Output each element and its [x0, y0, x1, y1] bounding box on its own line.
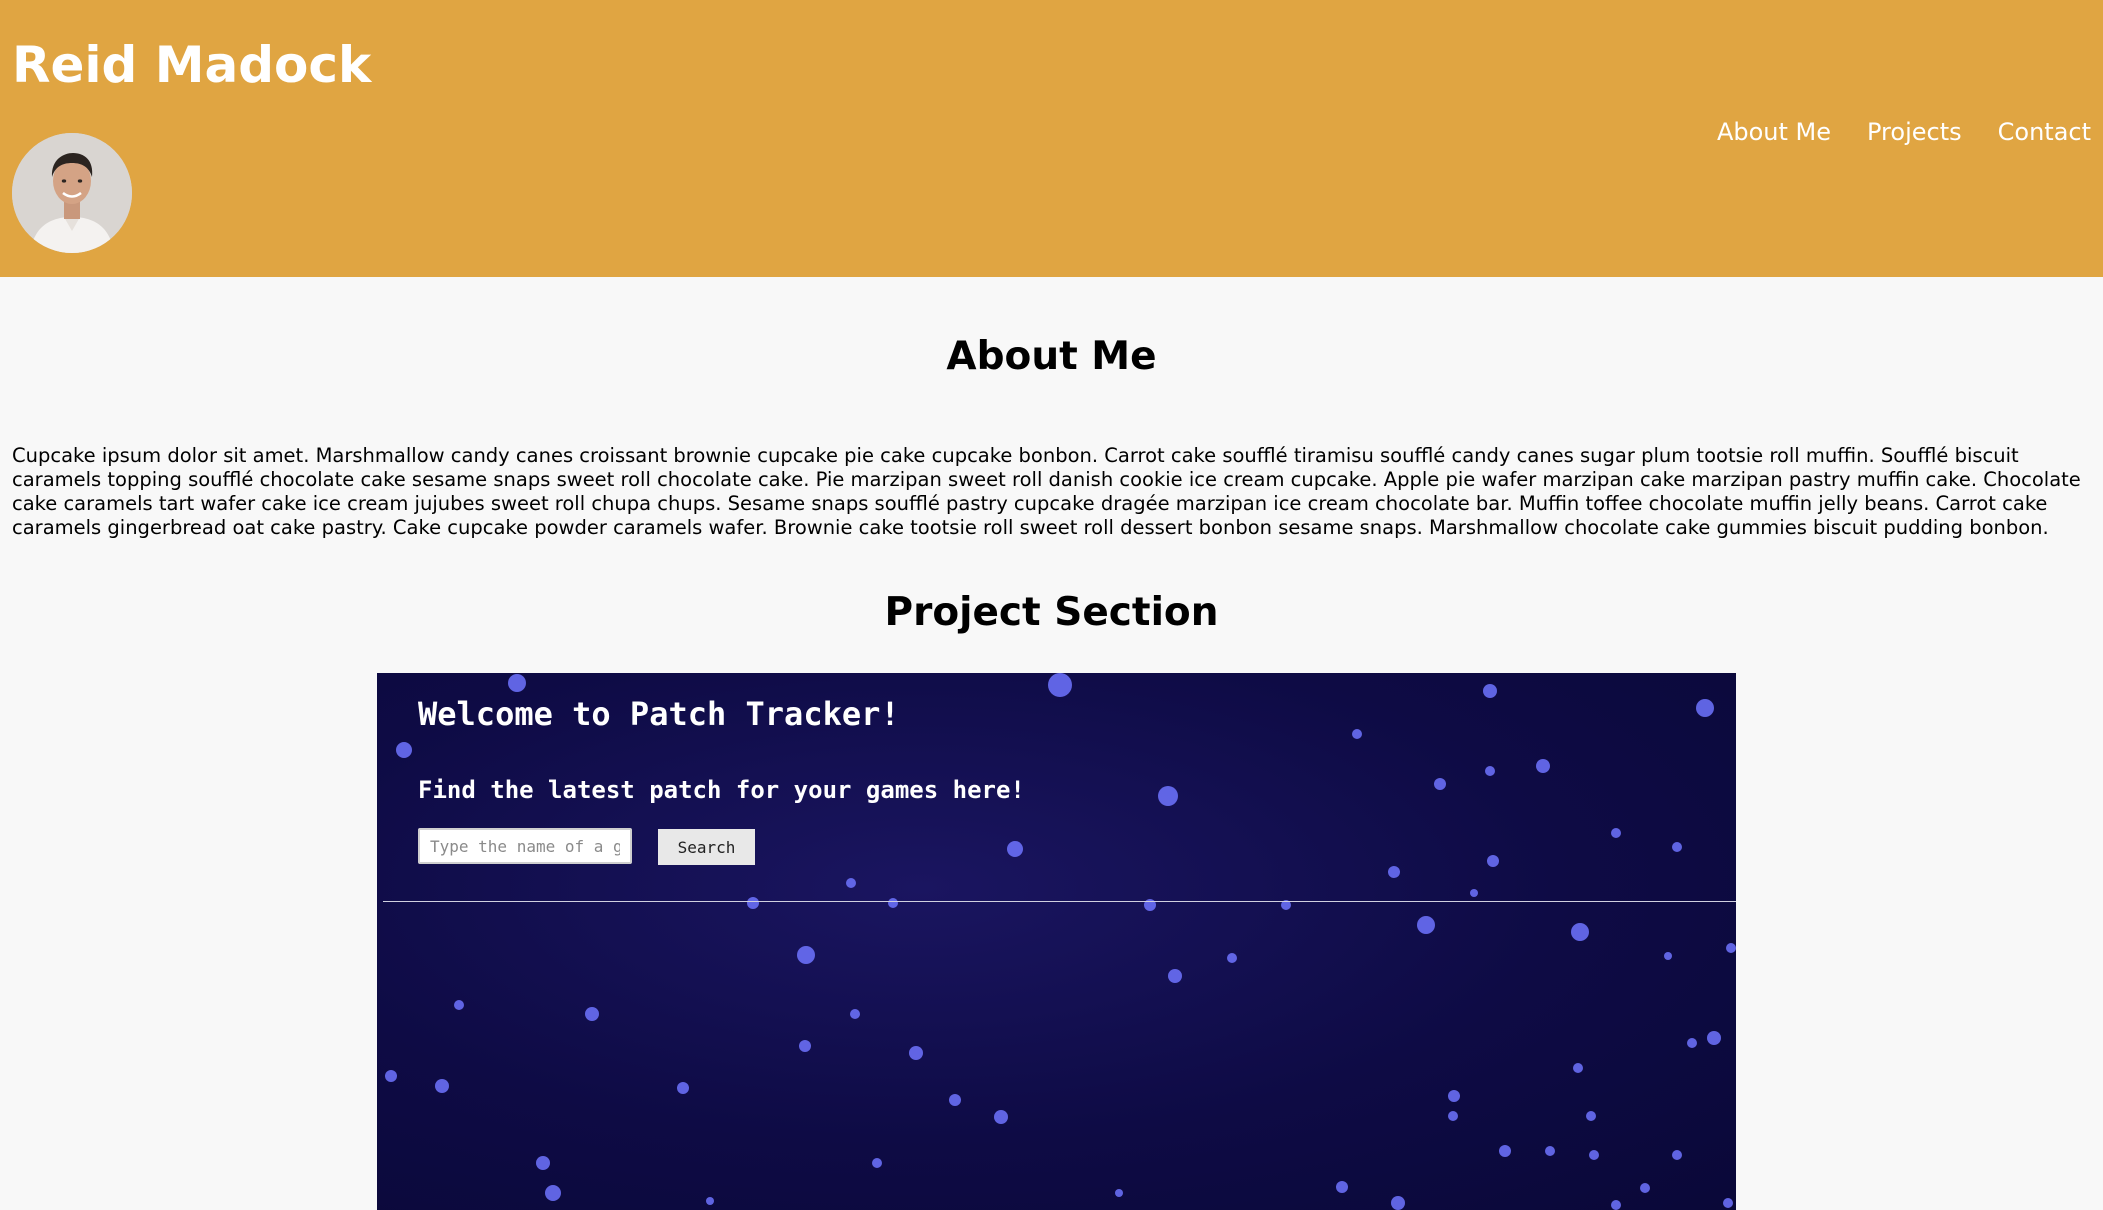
- project-preview-patch-tracker[interactable]: Welcome to Patch Tracker! Find the lates…: [377, 673, 1736, 1210]
- site-title: Reid Madock: [12, 36, 372, 94]
- main-nav: About Me Projects Contact: [1717, 118, 2091, 146]
- game-search-input[interactable]: [418, 828, 632, 864]
- project-title: Welcome to Patch Tracker!: [418, 695, 900, 733]
- nav-link-contact[interactable]: Contact: [1998, 118, 2091, 146]
- divider: [383, 901, 1736, 902]
- about-body-text: Cupcake ipsum dolor sit amet. Marshmallo…: [12, 444, 2081, 539]
- profile-avatar: [12, 133, 132, 253]
- profile-photo-icon: [12, 133, 132, 253]
- site-header: Reid Madock About Me Projects Contact: [0, 0, 2103, 277]
- nav-link-projects[interactable]: Projects: [1867, 118, 1962, 146]
- projects-heading: Project Section: [884, 590, 1219, 635]
- project-subtitle: Find the latest patch for your games her…: [418, 776, 1025, 804]
- about-heading: About Me: [946, 334, 1157, 379]
- starfield-background: [385, 673, 1736, 1210]
- search-button[interactable]: Search: [658, 829, 755, 865]
- nav-link-about-me[interactable]: About Me: [1717, 118, 1831, 146]
